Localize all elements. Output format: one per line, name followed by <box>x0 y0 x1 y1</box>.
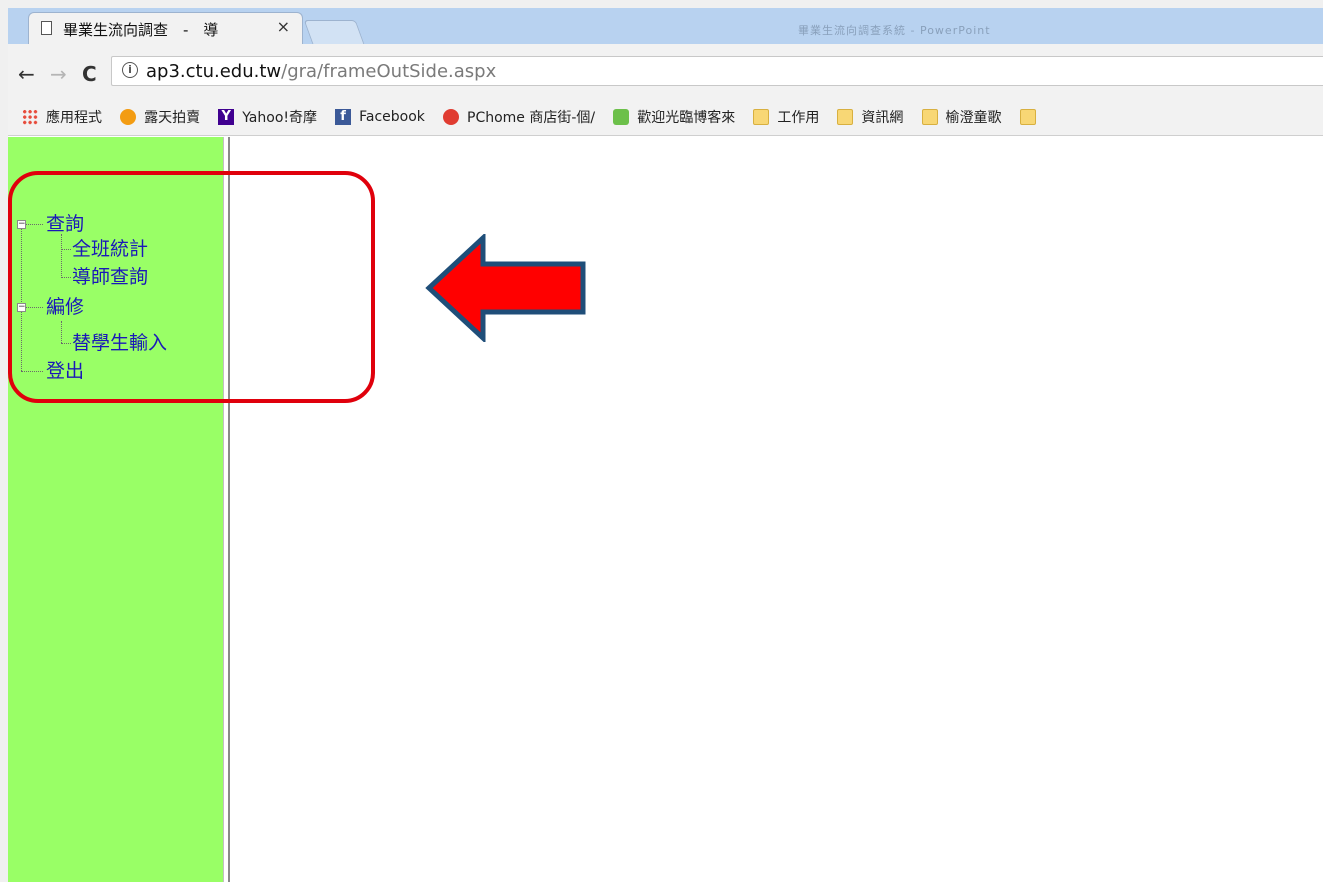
page-icon <box>41 21 52 35</box>
folder-icon <box>1019 109 1036 125</box>
bookmark-label: 工作用 <box>777 110 820 126</box>
bookmark-label: 榆澄童歌 <box>945 110 1002 126</box>
bookmark-yahoo[interactable]: Y Yahoo!奇摩 <box>218 98 318 135</box>
folder-icon <box>921 109 938 125</box>
bookmark-ruten[interactable]: 露天拍賣 <box>120 98 201 135</box>
pchome-icon <box>443 109 459 125</box>
url-text[interactable]: ap3.ctu.edu.tw/gra/frameOutSide.aspx <box>146 61 496 82</box>
bookmark-apps[interactable]: 應用程式 <box>22 98 102 135</box>
bookmark-pchome[interactable]: PChome 商店街-個/ <box>443 98 596 135</box>
bookmark-label: PChome 商店街-個/ <box>467 110 596 126</box>
bookmark-label: Facebook <box>359 109 425 125</box>
pointer-arrow-icon <box>425 234 586 342</box>
bookmark-label: Yahoo!奇摩 <box>242 110 318 126</box>
highlight-annotation <box>8 171 375 403</box>
folder-icon <box>837 109 854 125</box>
bookmark-folder-more[interactable] <box>1019 98 1044 135</box>
folder-icon <box>753 109 770 125</box>
apps-icon <box>22 109 38 125</box>
address-bar[interactable]: i ap3.ctu.edu.tw/gra/frameOutSide.aspx <box>111 56 1323 86</box>
reload-icon[interactable]: C <box>82 62 97 86</box>
browser-toolbar: ← → C i ap3.ctu.edu.tw/gra/frameOutSide.… <box>8 44 1323 104</box>
bookmark-facebook[interactable]: f Facebook <box>335 98 425 135</box>
bookmark-label: 資訊網 <box>861 110 904 126</box>
bookmark-folder-info[interactable]: 資訊網 <box>837 98 904 135</box>
tab-close-icon[interactable]: × <box>277 17 290 36</box>
url-host: ap3.ctu.edu.tw <box>146 61 282 82</box>
bookmark-folder-songs[interactable]: 榆澄童歌 <box>921 98 1002 135</box>
bookmark-books[interactable]: 歡迎光臨博客來 <box>613 98 736 135</box>
facebook-icon: f <box>335 109 352 125</box>
new-tab-button[interactable] <box>303 20 365 44</box>
bookmark-label: 歡迎光臨博客來 <box>637 110 736 126</box>
forward-icon[interactable]: → <box>50 62 67 86</box>
main-content-frame <box>230 137 1323 882</box>
tab-strip: 畢業生流向調查 - 導 × 畢業生流向調查系統 - PowerPoint <box>8 8 1323 44</box>
ruten-icon <box>120 109 137 125</box>
bookmark-label: 應用程式 <box>46 110 102 126</box>
url-path: /gra/frameOutSide.aspx <box>281 61 497 82</box>
bookmark-folder-work[interactable]: 工作用 <box>753 98 820 135</box>
bookmark-label: 露天拍賣 <box>144 110 201 126</box>
info-icon[interactable]: i <box>122 62 138 78</box>
yahoo-icon: Y <box>218 109 235 125</box>
tab-title: 畢業生流向調查 - 導 <box>63 21 219 39</box>
bookstore-icon <box>613 109 630 125</box>
back-icon[interactable]: ← <box>18 62 35 86</box>
browser-tab[interactable]: 畢業生流向調查 - 導 × <box>28 12 303 44</box>
window-title: 畢業生流向調查系統 - PowerPoint <box>798 24 991 37</box>
bookmarks-bar: 應用程式 露天拍賣 Y Yahoo!奇摩 f Facebook PChome 商店街… <box>8 98 1323 136</box>
